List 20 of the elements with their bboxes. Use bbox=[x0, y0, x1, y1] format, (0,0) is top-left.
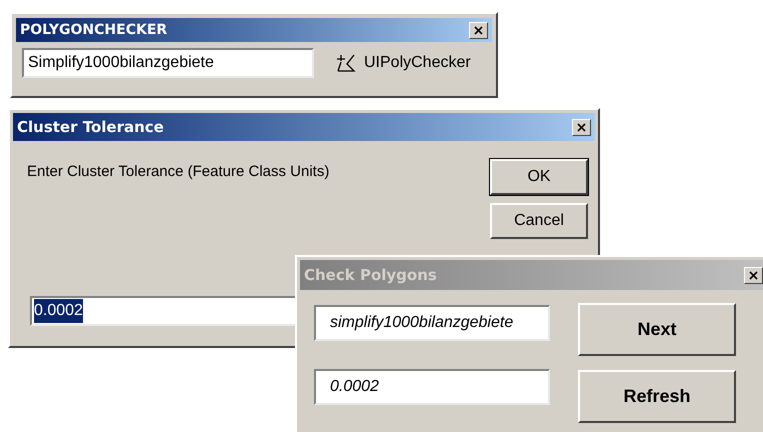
window-title: Cluster Tolerance bbox=[17, 116, 164, 138]
text-field[interactable]: 0.0002 bbox=[314, 369, 550, 405]
text-field[interactable]: simplify1000bilanzgebiete bbox=[314, 305, 550, 341]
action-button[interactable]: Next bbox=[578, 303, 736, 356]
close-button[interactable] bbox=[572, 118, 591, 136]
dialog-button[interactable]: OK bbox=[490, 159, 588, 195]
close-icon bbox=[577, 122, 586, 132]
close-button[interactable] bbox=[744, 266, 763, 284]
polygon-check-icon bbox=[334, 53, 356, 73]
close-icon bbox=[749, 270, 758, 280]
name-field[interactable]: Simplify1000bilanzgebiete bbox=[22, 48, 314, 78]
dialog-button[interactable]: Cancel bbox=[490, 203, 588, 239]
close-icon bbox=[474, 26, 483, 34]
field-value: 0.0002 bbox=[34, 299, 83, 323]
window-title: Check Polygons bbox=[304, 264, 437, 286]
action-button[interactable]: Refresh bbox=[578, 370, 736, 423]
window-title: POLYGONCHECKER bbox=[20, 20, 168, 40]
close-button[interactable] bbox=[469, 22, 488, 38]
prompt-text: Enter Cluster Tolerance (Feature Class Units) bbox=[27, 162, 330, 182]
tool-button[interactable]: UIPolyChecker bbox=[330, 51, 475, 75]
